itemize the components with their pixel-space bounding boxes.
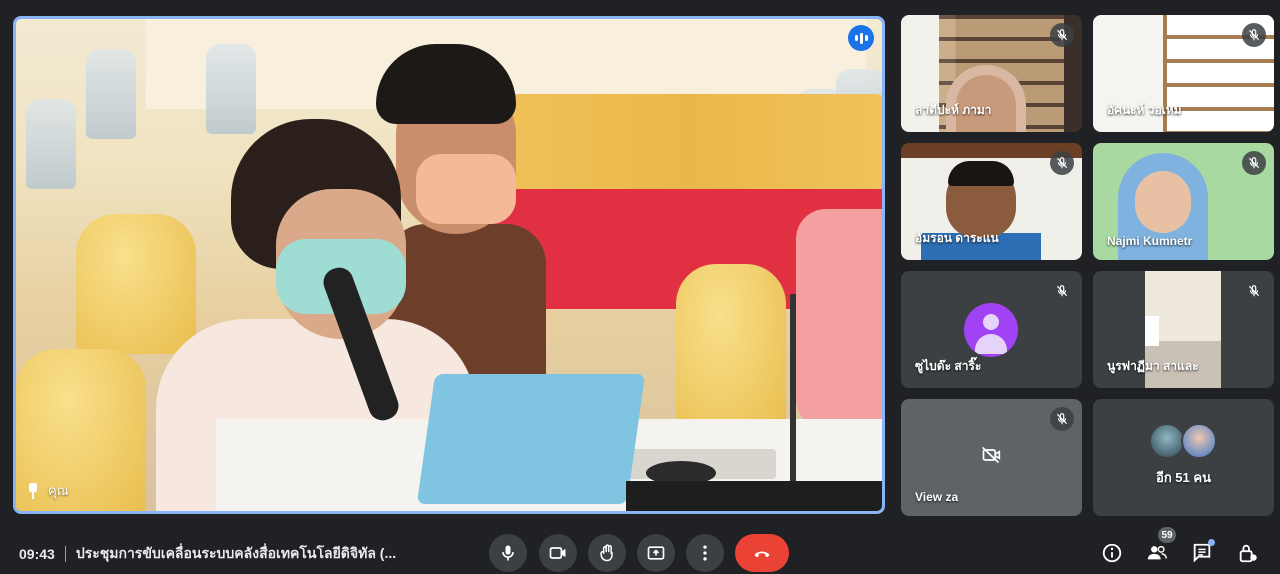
- end-call-icon: [754, 551, 770, 558]
- present-screen-icon: [647, 546, 665, 560]
- raise-hand-button[interactable]: [588, 534, 626, 572]
- participant-name: ลาตีปะห์ ภามา: [915, 103, 992, 117]
- participant-tile[interactable]: อัศนะห์ วอเหม: [1093, 15, 1274, 132]
- mic-off-icon: [1242, 151, 1266, 175]
- others-avatars: [1149, 423, 1217, 459]
- leave-call-button[interactable]: [735, 534, 789, 572]
- mic-off-icon: [1050, 23, 1074, 47]
- video-camera-icon: [549, 547, 566, 559]
- participant-tile[interactable]: View za: [901, 399, 1082, 516]
- microphone-button[interactable]: [489, 534, 527, 572]
- mic-off-icon: [1242, 279, 1266, 303]
- meeting-details-button[interactable]: [1099, 540, 1125, 566]
- mic-off-icon: [1242, 23, 1266, 47]
- camera-off-icon: [982, 446, 1001, 464]
- participant-name: อัศนะห์ วอเหม: [1107, 103, 1182, 117]
- participant-name: View za: [915, 490, 959, 504]
- people-icon: [1147, 545, 1167, 560]
- avatar: [1181, 423, 1217, 459]
- participant-name: Najmi Kumnetr: [1107, 234, 1193, 248]
- people-button[interactable]: [1144, 540, 1170, 566]
- chat-notification-dot: [1208, 539, 1215, 546]
- main-speaker-name: คุณ: [48, 483, 69, 498]
- pin-icon[interactable]: [26, 482, 40, 499]
- main-speaker-label: คุณ: [26, 480, 69, 501]
- speaker-video: [16, 19, 882, 511]
- clock: 09:43: [19, 546, 55, 562]
- lock-person-icon: [1239, 544, 1257, 563]
- others-tile[interactable]: อีก 51 คน: [1093, 399, 1274, 516]
- hand-icon: [600, 544, 613, 562]
- camera-button[interactable]: [539, 534, 577, 572]
- more-options-button[interactable]: [686, 534, 724, 572]
- others-count-label: อีก 51 คน: [1156, 470, 1211, 485]
- participant-tile[interactable]: ซูไบด๊ะ สาริ๊ะ: [901, 271, 1082, 388]
- participant-tile[interactable]: นูรฟาฏีมา สาและ: [1093, 271, 1274, 388]
- people-count-badge: 59: [1158, 527, 1176, 543]
- participant-tile[interactable]: อัมรอน ดาระแน: [901, 143, 1082, 260]
- participant-name: ซูไบด๊ะ สาริ๊ะ: [915, 359, 982, 373]
- host-controls-button[interactable]: [1235, 540, 1261, 566]
- avatar: [1149, 423, 1185, 459]
- mic-off-icon: [1050, 279, 1074, 303]
- info-icon: [1102, 543, 1122, 563]
- present-screen-button[interactable]: [637, 534, 675, 572]
- avatar: [964, 303, 1018, 357]
- participant-tile[interactable]: ลาตีปะห์ ภามา: [901, 15, 1082, 132]
- mic-off-icon: [1050, 407, 1074, 431]
- more-vert-icon: [703, 545, 707, 561]
- bottom-toolbar: 09:43 ประชุมการขับเคลื่อนระบบคลังสื่อเทค…: [0, 530, 1280, 574]
- speaking-indicator-icon: [848, 25, 874, 51]
- mic-off-icon: [1050, 151, 1074, 175]
- main-speaker-tile[interactable]: คุณ: [13, 16, 885, 514]
- meeting-info: 09:43 ประชุมการขับเคลื่อนระบบคลังสื่อเทค…: [19, 543, 396, 565]
- participant-name: อัมรอน ดาระแน: [915, 231, 999, 245]
- participant-name: นูรฟาฏีมา สาและ: [1107, 359, 1199, 373]
- meeting-title: ประชุมการขับเคลื่อนระบบคลังสื่อเทคโนโลยี…: [75, 545, 397, 561]
- participant-tile[interactable]: Najmi Kumnetr: [1093, 143, 1274, 260]
- microphone-icon: [502, 545, 514, 561]
